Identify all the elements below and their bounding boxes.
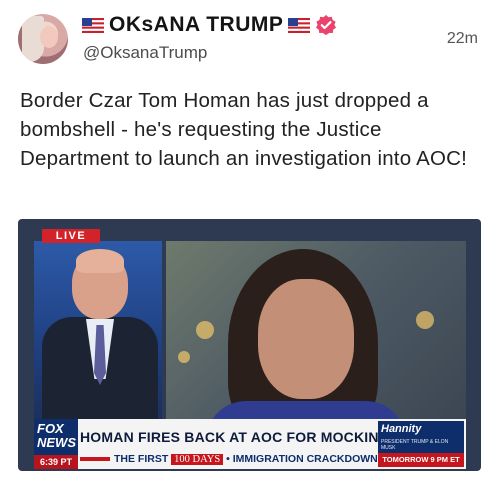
bokeh-light — [178, 351, 190, 363]
bokeh-light — [416, 311, 434, 329]
ticker-box: 100 DAYS — [171, 454, 224, 465]
show-promo: Hannity PRESIDENT TRUMP & ELON MUSK TOMO… — [378, 421, 464, 467]
us-flag-icon — [288, 17, 311, 33]
promo-time: TOMORROW 9 PM ET — [378, 453, 464, 467]
subject-photo-panel — [166, 241, 466, 423]
chyron-ticker: THE FIRST 100 DAYS • IMMIGRATION CRACKDO… — [80, 452, 378, 467]
verified-badge-icon — [316, 15, 337, 35]
host-video-panel — [34, 241, 162, 427]
us-flag-icon — [82, 17, 104, 33]
ticker-prefix: THE FIRST — [114, 453, 169, 465]
host-scalp — [76, 249, 124, 273]
fox-news-logo: FOX NEWS 6:39 PT — [34, 419, 78, 469]
live-badge: LIVE — [42, 229, 100, 243]
news-chyron: FOX NEWS 6:39 PT HOMAN FIRES BACK AT AOC… — [34, 419, 466, 469]
author-name-row: OKsANA TRUMP — [82, 12, 337, 38]
avatar[interactable] — [18, 14, 68, 64]
broadcast-clock: 6:39 PT — [34, 455, 78, 469]
subject-face — [258, 279, 354, 399]
author-name[interactable]: OKsANA TRUMP — [109, 13, 283, 37]
ticker-suffix: IMMIGRATION CRACKDOWN — [232, 453, 378, 465]
post-timestamp[interactable]: 22m — [447, 30, 478, 48]
avatar-face — [40, 26, 58, 48]
bokeh-light — [196, 321, 214, 339]
network-line2: NEWS — [37, 435, 76, 450]
promo-brand: Hannity — [381, 423, 422, 435]
network-line1: FOX — [37, 421, 64, 436]
post-media-image[interactable]: LIVE FOX NEWS 6:39 PT HOMAN FIRES BACK A… — [18, 219, 481, 471]
chyron-headline: HOMAN FIRES BACK AT AOC FOR MOCKING WARN… — [80, 429, 463, 445]
promo-subtitle: PRESIDENT TRUMP & ELON MUSK — [381, 439, 449, 451]
author-handle[interactable]: @OksanaTrump — [83, 43, 207, 63]
post-text: Border Czar Tom Homan has just dropped a… — [20, 89, 467, 170]
ticker-separator: • — [226, 453, 230, 465]
ticker-bar — [80, 457, 110, 462]
